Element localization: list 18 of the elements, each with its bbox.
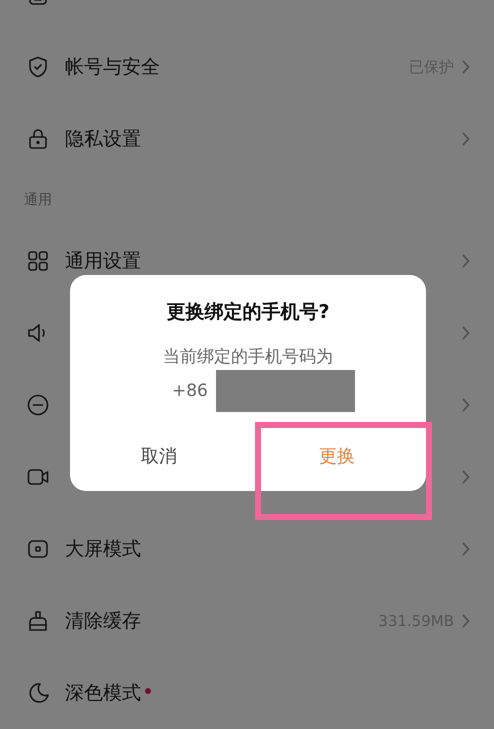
dialog-message: 当前绑定的手机号码为 <box>163 346 333 368</box>
confirm-button[interactable]: 更换 <box>248 421 426 491</box>
grid-icon <box>26 249 50 273</box>
row-label[interactable]: 隐私设置 <box>65 126 141 152</box>
minus-circle-icon <box>26 393 50 417</box>
brush-icon <box>26 609 50 633</box>
lock-icon <box>26 127 50 151</box>
section-header: 通用 <box>24 191 52 209</box>
row-label[interactable]: 通用设置 <box>65 248 141 274</box>
phone-prefix: +86 <box>172 381 208 401</box>
row-label[interactable]: 大屏模式 <box>65 536 141 562</box>
row-label[interactable]: 清除缓存 <box>65 608 141 634</box>
row-label[interactable]: 深色模式 <box>65 680 141 706</box>
cancel-button[interactable]: 取消 <box>70 421 248 491</box>
screen-icon <box>26 537 50 561</box>
dialog-title: 更换绑定的手机号? <box>166 300 330 325</box>
shield-icon <box>26 55 50 79</box>
row-label[interactable]: 帐号与安全 <box>65 54 160 80</box>
